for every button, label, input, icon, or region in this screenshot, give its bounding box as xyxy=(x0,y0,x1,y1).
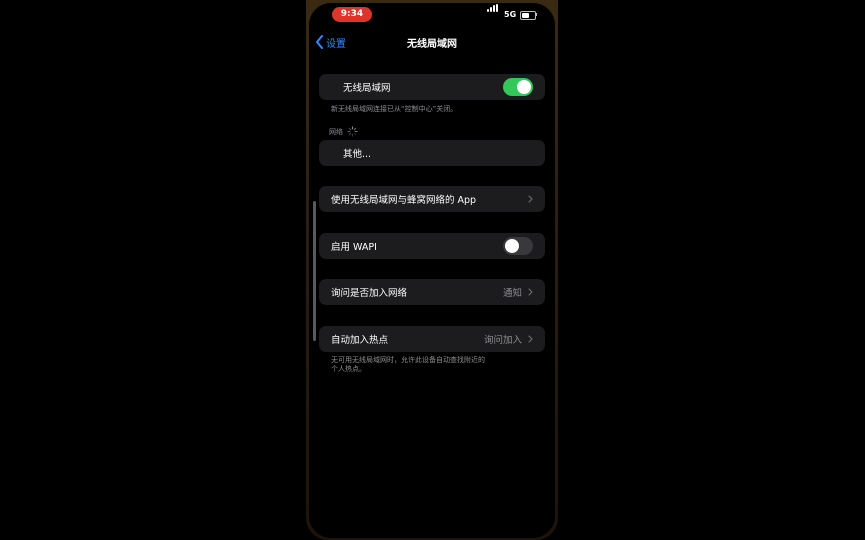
wapi-toggle[interactable] xyxy=(503,237,533,255)
network-type-label: 5G xyxy=(504,10,517,19)
ask-join-row[interactable]: 询问是否加入网络 通知 xyxy=(319,279,545,305)
networks-group: 其他... xyxy=(319,140,545,166)
ask-join-label: 询问是否加入网络 xyxy=(331,288,408,299)
wifi-toggle[interactable] xyxy=(503,78,533,96)
scroll-indicator[interactable] xyxy=(313,201,316,341)
auto-join-hotspot-value: 询问加入 xyxy=(483,335,522,346)
networks-header: 网络 xyxy=(329,126,358,137)
stage: 9:34 5G 设置 无线局域网 无线局域网 新无线局域网连接已从“控制中心”关… xyxy=(0,0,865,540)
toggle-knob xyxy=(505,239,519,253)
hotspot-footnote: 无可用无线局域网时，允许此设备自动查找附近的 个人热点。 xyxy=(331,356,531,374)
auto-join-hotspot-row[interactable]: 自动加入热点 询问加入 xyxy=(319,326,545,352)
wifi-label: 无线局域网 xyxy=(343,83,391,94)
auto-join-hotspot-label: 自动加入热点 xyxy=(331,335,389,346)
toggle-knob xyxy=(517,80,531,94)
apps-group: 使用无线局域网与蜂窝网络的 App xyxy=(319,186,545,212)
wapi-row: 启用 WAPI xyxy=(319,233,545,259)
other-network-row[interactable]: 其他... xyxy=(319,140,545,166)
networks-header-label: 网络 xyxy=(329,127,343,136)
phone-screen: 9:34 5G 设置 无线局域网 无线局域网 新无线局域网连接已从“控制中心”关… xyxy=(309,3,555,538)
other-network-label: 其他... xyxy=(343,149,372,160)
apps-using-wifi-label: 使用无线局域网与蜂窝网络的 App xyxy=(331,195,477,206)
spinner-icon xyxy=(347,126,358,137)
hotspot-footnote-line2: 个人热点。 xyxy=(331,365,366,373)
status-time: 9:34 xyxy=(332,7,372,22)
hotspot-footnote-line1: 无可用无线局域网时，允许此设备自动查找附近的 xyxy=(331,356,485,364)
hotspot-group: 自动加入热点 询问加入 xyxy=(319,326,545,352)
ask-join-value: 通知 xyxy=(502,288,522,299)
ask-join-group: 询问是否加入网络 通知 xyxy=(319,279,545,305)
wifi-group: 无线局域网 xyxy=(319,74,545,100)
apps-using-wifi-row[interactable]: 使用无线局域网与蜂窝网络的 App xyxy=(319,186,545,212)
wapi-group: 启用 WAPI xyxy=(319,233,545,259)
chevron-right-icon xyxy=(528,195,533,203)
chevron-right-icon xyxy=(528,335,533,343)
wifi-footnote: 新无线局域网连接已从“控制中心”关闭。 xyxy=(331,105,458,113)
page-title: 无线局域网 xyxy=(407,39,457,50)
status-bar: 9:34 5G xyxy=(309,3,555,27)
battery-icon xyxy=(520,11,536,20)
wifi-row: 无线局域网 xyxy=(319,74,545,100)
battery-level xyxy=(522,13,529,18)
battery-tip xyxy=(536,13,537,16)
chevron-right-icon xyxy=(528,288,533,296)
wapi-label: 启用 WAPI xyxy=(331,242,377,253)
